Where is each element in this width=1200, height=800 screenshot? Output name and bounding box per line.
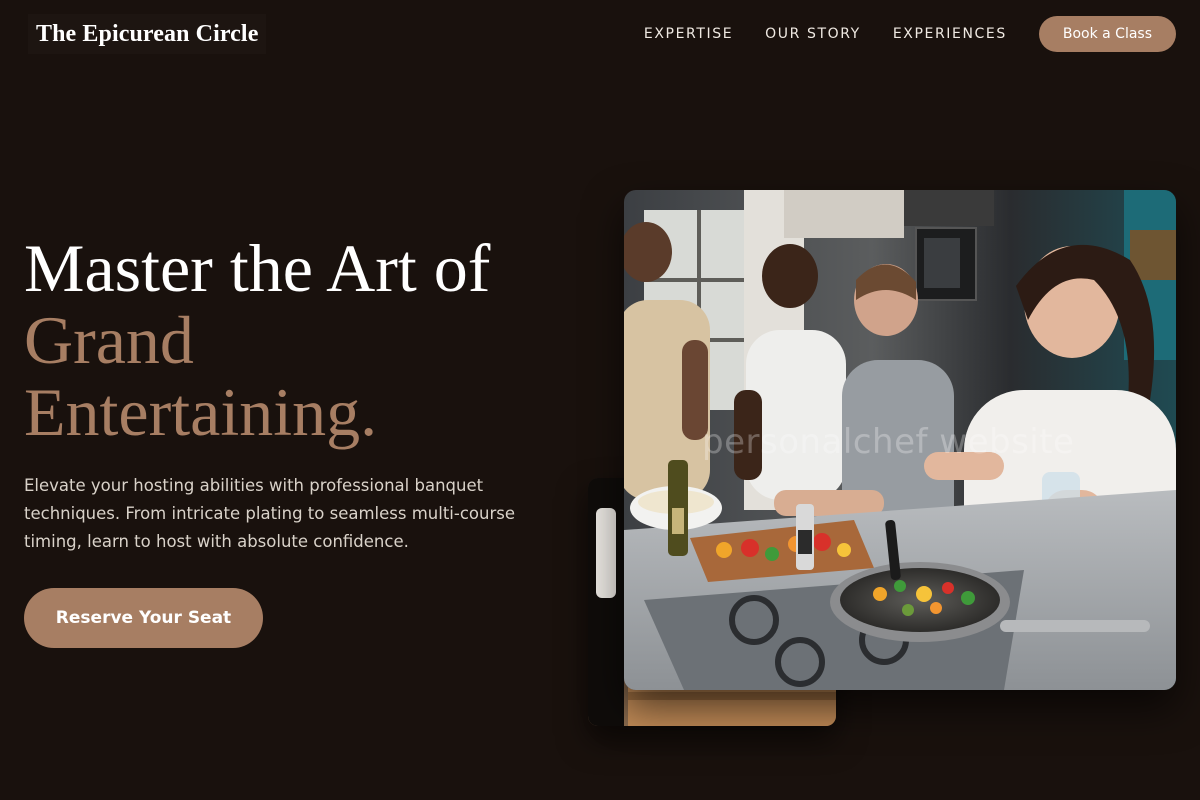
book-class-button[interactable]: Book a Class: [1038, 16, 1176, 52]
nav-link-expertise[interactable]: EXPERTISE: [644, 26, 733, 42]
reserve-seat-button[interactable]: Reserve Your Seat: [24, 588, 263, 648]
nav-link-experiences[interactable]: EXPERIENCES: [893, 26, 1007, 42]
hero-title: Master the Art of Grand Entertaining.: [24, 232, 584, 448]
hero-title-line2: Grand: [24, 302, 194, 378]
site-logo[interactable]: The Epicurean Circle: [28, 14, 267, 54]
image-watermark: personalchef website: [702, 422, 1075, 462]
hero-title-line1: Master the Art of: [24, 230, 491, 306]
hero-subtitle: Elevate your hosting abilities with prof…: [24, 476, 516, 551]
hero-title-line3: Entertaining.: [24, 374, 378, 450]
hero-photo: personalchef website: [624, 190, 1176, 690]
nav-link-our-story[interactable]: OUR STORY: [765, 26, 861, 42]
main-nav: EXPERTISE OUR STORY EXPERIENCES Book a C…: [644, 16, 1176, 52]
